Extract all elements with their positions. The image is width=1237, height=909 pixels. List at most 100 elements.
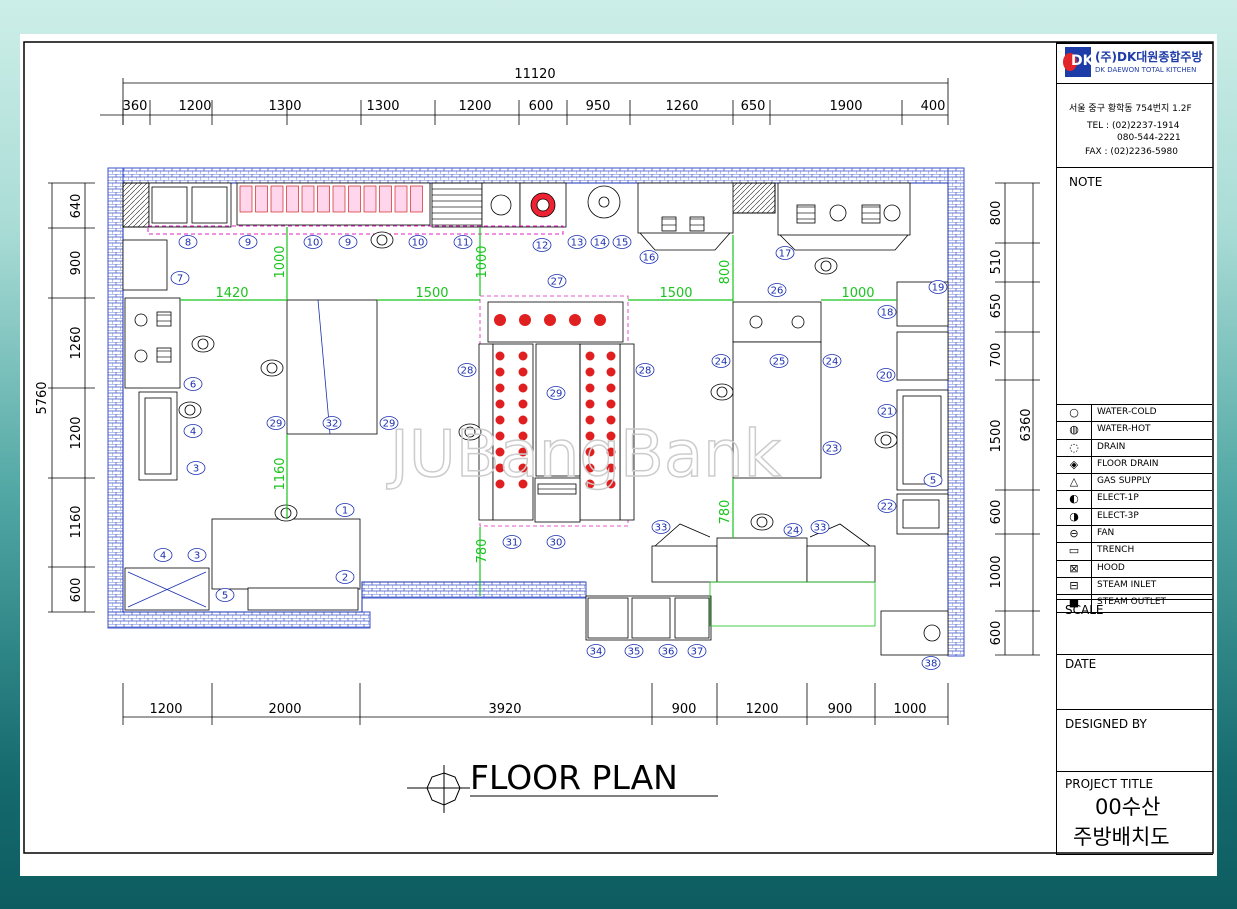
clearance-dim-9: 780 <box>718 500 733 525</box>
burner-grate <box>394 185 408 213</box>
legend-label: HOOD <box>1097 562 1125 573</box>
clearance-dim-4: 1000 <box>273 245 288 278</box>
burner-ring <box>606 399 616 409</box>
staff-head <box>820 260 832 272</box>
legend-row: ◌ DRAIN <box>1057 439 1212 457</box>
fan-icon: ⊖ <box>1057 526 1092 543</box>
legend-label: STEAM OUTLET <box>1097 597 1167 608</box>
right-dim-6: 1000 <box>989 555 1004 588</box>
elect-3p-icon: ◑ <box>1057 508 1092 526</box>
drawing-title: FLOOR PLAN <box>470 758 678 797</box>
symbol-legend: ○ WATER-COLD ◍ WATER-HOT ◌ DRAIN ◈ FLOOR DRAIN △… <box>1057 404 1212 613</box>
clearance-dim-5: 1000 <box>475 245 490 278</box>
burner-ring <box>569 314 581 326</box>
item-tag-4: 4 <box>160 551 166 562</box>
item-tag-24: 24 <box>787 526 800 537</box>
clearance-dim-7: 1160 <box>273 457 288 490</box>
item-tag-33: 33 <box>814 523 827 534</box>
bottom-dim-6: 1000 <box>893 702 926 717</box>
right-dim-5: 600 <box>989 500 1004 525</box>
staff-head <box>184 404 196 416</box>
item-tag-19: 19 <box>932 283 945 294</box>
item-tag-29: 29 <box>270 419 283 430</box>
legend-label: WATER-HOT <box>1097 424 1151 435</box>
item-tag-23: 23 <box>826 444 839 455</box>
item-tag-34: 34 <box>590 647 603 658</box>
company-address: 서울 중구 황학동 754번지 1.2F <box>1069 104 1192 114</box>
bottom-dim-5: 900 <box>828 702 853 717</box>
watermark: JUBangBank <box>386 418 781 492</box>
legend-row: ⊖ FAN <box>1057 526 1212 544</box>
burner-grate <box>286 185 299 213</box>
floor-drain-icon: ◈ <box>1057 456 1092 474</box>
item-tag-29: 29 <box>383 419 396 430</box>
left-dim-0: 640 <box>69 194 84 219</box>
staff-head <box>266 362 278 374</box>
item-tag-8: 8 <box>185 238 191 249</box>
legend-row: ■ STEAM OUTLET <box>1057 595 1212 613</box>
item-tag-12: 12 <box>536 241 549 252</box>
item-tag-18: 18 <box>881 308 894 319</box>
item-tag-14: 14 <box>594 238 607 249</box>
legend-label: TRENCH <box>1097 545 1135 556</box>
bottom-dim-3: 900 <box>672 702 697 717</box>
clearance-dim-2: 1500 <box>659 286 692 301</box>
burner-ring <box>518 383 528 393</box>
burner-ring <box>495 383 505 393</box>
legend-row: ▭ TRENCH <box>1057 543 1212 561</box>
item-tag-10: 10 <box>412 238 425 249</box>
top-dim-3: 1300 <box>366 99 399 114</box>
item-tag-4: 4 <box>190 427 196 438</box>
clearance-dim-0: 1420 <box>215 286 248 301</box>
legend-row: ◑ ELECT-3P <box>1057 508 1212 527</box>
right-dim-0: 800 <box>989 201 1004 226</box>
designed-by-cell <box>1057 709 1213 772</box>
right-dim-7: 600 <box>989 621 1004 646</box>
date-cell <box>1057 653 1213 710</box>
burner-grate <box>239 185 253 213</box>
left-dim-5: 600 <box>69 578 84 603</box>
top-dim-6: 950 <box>586 99 611 114</box>
item-tag-28: 28 <box>639 366 652 377</box>
legend-label: FLOOR DRAIN <box>1097 458 1159 469</box>
item-tag-6: 6 <box>190 380 196 391</box>
burner-ring <box>606 367 616 377</box>
gas-supply-icon: △ <box>1057 474 1092 491</box>
clearance-dim-6: 800 <box>718 260 733 285</box>
bottom-dim-2: 3920 <box>488 702 521 717</box>
legend-label: FAN <box>1097 528 1115 539</box>
item-tag-22: 22 <box>881 502 894 513</box>
legend-label: WATER-COLD <box>1097 407 1157 417</box>
legend-row: ◐ ELECT-1P <box>1057 491 1212 509</box>
burner-grate <box>410 185 423 213</box>
item-tag-3: 3 <box>194 551 200 562</box>
item-tag-35: 35 <box>628 647 641 658</box>
clearance-dim-3: 1000 <box>841 286 874 301</box>
burner-ring <box>518 399 528 409</box>
item-tag-16: 16 <box>643 253 656 264</box>
top-dim-2: 1300 <box>268 99 301 114</box>
staff-head <box>756 516 768 528</box>
staff-head <box>197 338 209 350</box>
left-dim-4: 1160 <box>69 505 84 538</box>
item-tag-7: 7 <box>177 274 183 285</box>
bottom-dim-0: 1200 <box>149 702 182 717</box>
burner-ring <box>585 367 595 377</box>
burner-ring <box>518 367 528 377</box>
steam-inlet-icon: ⊟ <box>1057 577 1092 595</box>
item-tag-30: 30 <box>550 538 563 549</box>
company-tel-2: 080-544-2221 <box>1117 133 1181 143</box>
burner-ring <box>594 314 606 326</box>
item-tag-17: 17 <box>779 249 792 260</box>
item-tag-33: 33 <box>655 523 668 534</box>
item-tag-38: 38 <box>925 659 938 670</box>
item-tag-3: 3 <box>193 464 199 475</box>
item-tag-5: 5 <box>930 476 936 487</box>
company-logo-cell: DK (주)DK대원종합주방 DK DAEWON TOTAL KITCHEN <box>1057 43 1213 84</box>
burner-ring <box>585 383 595 393</box>
item-tag-13: 13 <box>571 238 584 249</box>
bottom-dim-1: 2000 <box>268 702 301 717</box>
burner-ring <box>606 351 616 361</box>
top-dim-7: 1260 <box>665 99 698 114</box>
legend-label: ELECT-1P <box>1097 493 1139 504</box>
